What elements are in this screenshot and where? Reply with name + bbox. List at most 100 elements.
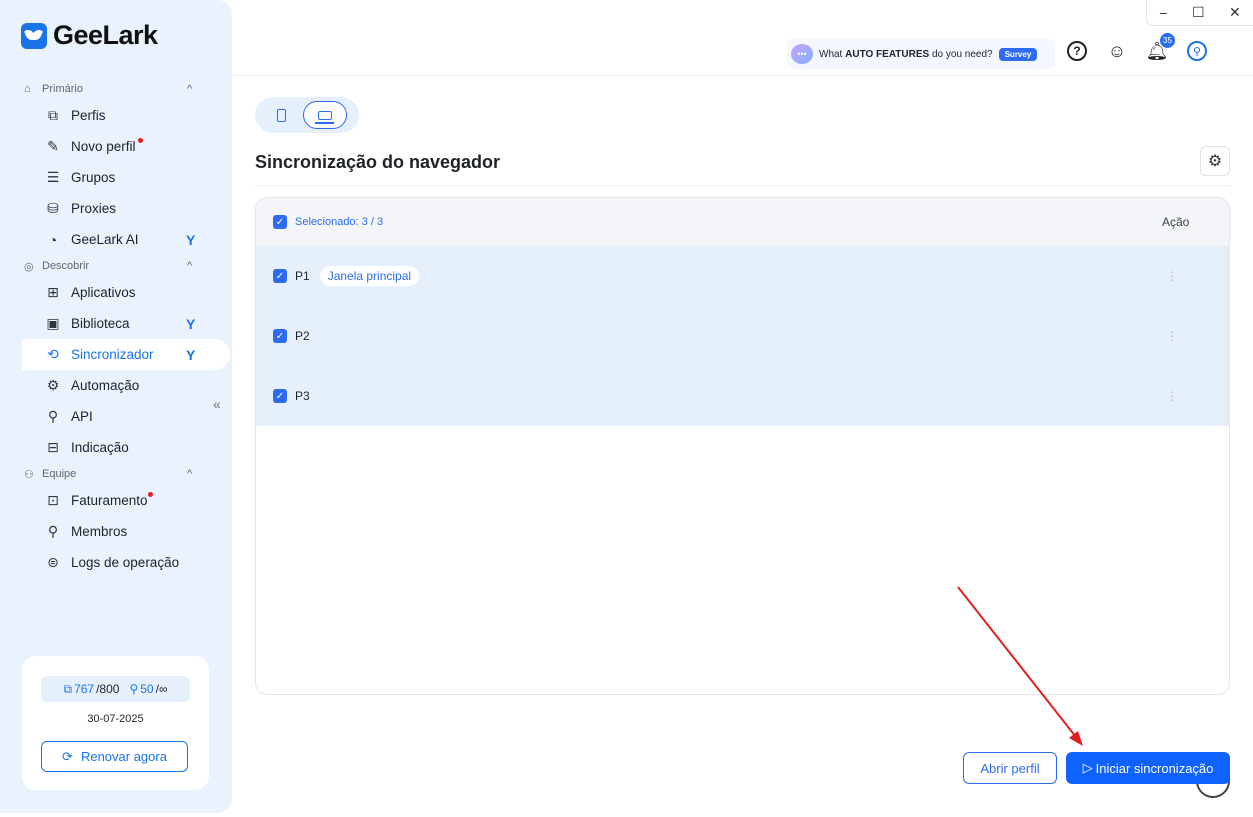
section-label: Primário: [42, 83, 83, 95]
sidebar-item-label: Novo perfil: [71, 139, 136, 154]
section-primario[interactable]: ⌂ Primário ^: [0, 78, 232, 100]
gift-icon: ⊟: [47, 439, 59, 455]
chevron-up-icon[interactable]: ^: [187, 260, 192, 272]
sidebar-item-faturamento[interactable]: ⊡ Faturamento: [0, 485, 232, 516]
member-icon: ⚲: [129, 682, 139, 696]
sidebar-item-biblioteca[interactable]: ▣ Biblioteca Y: [0, 308, 232, 339]
support-button[interactable]: ☺: [1105, 39, 1129, 63]
refresh-icon: ⟳: [62, 748, 73, 764]
table-scrollbar[interactable]: [1224, 246, 1229, 426]
member-quota: ⚲ 50/∞: [129, 682, 167, 696]
table-row[interactable]: ✓ P3 ⋮: [256, 366, 1224, 426]
table-header: ✓ Selecionado: 3 / 3 Ação: [256, 198, 1229, 246]
page-title: Sincronização do navegador: [255, 152, 501, 172]
chevron-up-icon[interactable]: ^: [187, 468, 192, 480]
sidebar-item-label: API: [71, 409, 93, 424]
profiles-icon: ⧉: [63, 681, 73, 696]
help-button[interactable]: ?: [1065, 39, 1089, 63]
chat-bubble-icon: •••: [791, 44, 813, 64]
more-icon[interactable]: ⋮: [1166, 269, 1178, 283]
sidebar-item-label: GeeLark AI: [71, 232, 139, 247]
team-icon: ⚇: [24, 468, 34, 481]
profiles-used: 767: [74, 682, 95, 696]
help-icon: ?: [1067, 41, 1087, 61]
section-label: Equipe: [42, 468, 77, 480]
notifications-button[interactable]: 🔔︎ 35: [1145, 33, 1175, 63]
survey-button[interactable]: Survey: [998, 47, 1038, 61]
app-window: GeeLark ⌂ Primário ^ ⧉ Perfis ✎ Novo per…: [0, 0, 1253, 817]
sidebar-item-api[interactable]: ⚲ API: [0, 401, 232, 432]
profile-quota: ⧉ 767/800: [63, 682, 119, 697]
sidebar-item-grupos[interactable]: ☰ Grupos: [0, 162, 232, 193]
member-icon: ⚲: [47, 523, 59, 539]
sidebar-item-sincronizador[interactable]: ⟲ Sincronizador Y: [22, 339, 230, 370]
sidebar-item-membros[interactable]: ⚲ Membros: [0, 516, 232, 547]
sidebar-item-indicacao[interactable]: ⊟ Indicação: [0, 432, 232, 463]
sidebar-item-label: Indicação: [71, 440, 129, 455]
sidebar-nav: ⌂ Primário ^ ⧉ Perfis ✎ Novo perfil ☰ Gr…: [0, 78, 232, 578]
profile-name: P2: [295, 329, 310, 343]
renew-button[interactable]: ⟳ Renovar agora: [41, 741, 188, 772]
gear-icon: ⚙: [1207, 153, 1223, 170]
profiles-icon: ⧉: [48, 107, 58, 123]
support-icon: ☺: [1107, 40, 1127, 61]
user-icon: ⚲: [1187, 41, 1207, 61]
row-checkbox[interactable]: ✓: [273, 329, 287, 343]
action-column-header: Ação: [1162, 215, 1190, 229]
settings-button[interactable]: ⚙: [1200, 146, 1230, 176]
divider: [255, 185, 1230, 186]
browser-tab[interactable]: [303, 101, 347, 129]
sidebar-item-aplicativos[interactable]: ⊞ Aplicativos: [0, 277, 232, 308]
pro-bird-icon: Y: [186, 315, 196, 332]
sidebar-item-logs[interactable]: ⊜ Logs de operação: [0, 547, 232, 578]
start-sync-button[interactable]: ▷ Iniciar sincronização: [1066, 752, 1230, 784]
minimize-icon[interactable]: −: [1159, 5, 1167, 21]
library-icon: ▣: [46, 315, 60, 331]
notification-dot: [138, 138, 143, 143]
pro-bird-icon: Y: [186, 231, 196, 248]
table-row[interactable]: ✓ P1 Janela principal ⋮: [256, 246, 1224, 306]
open-profile-button[interactable]: Abrir perfil: [963, 752, 1057, 784]
quota-badge: ⧉ 767/800 ⚲ 50/∞: [41, 676, 190, 702]
edit-icon: ✎: [47, 138, 59, 154]
list-icon: ☰: [46, 169, 60, 185]
profile-table: ✓ Selecionado: 3 / 3 Ação ✓ P1 Janela pr…: [255, 197, 1230, 695]
sidebar-item-proxies[interactable]: ⛁ Proxies: [0, 193, 232, 224]
chevron-up-icon[interactable]: ^: [187, 83, 192, 95]
survey-text: What AUTO FEATURES do you need?: [819, 48, 993, 60]
section-descobrir[interactable]: ◎ Descobrir ^: [0, 255, 232, 277]
logo: GeeLark: [21, 20, 158, 51]
members-used: 50: [140, 682, 154, 696]
user-menu-button[interactable]: ⚲: [1185, 39, 1209, 63]
section-label: Descobrir: [42, 260, 90, 272]
apps-icon: ⊞: [47, 284, 59, 300]
sidebar-item-novo-perfil[interactable]: ✎ Novo perfil: [0, 131, 232, 162]
notification-dot: [148, 492, 153, 497]
row-checkbox[interactable]: ✓: [273, 389, 287, 403]
close-icon[interactable]: ✕: [1229, 4, 1241, 21]
robot-icon: ⚙: [46, 377, 60, 393]
sidebar-item-automacao[interactable]: ⚙ Automação: [0, 370, 232, 401]
section-equipe[interactable]: ⚇ Equipe ^: [0, 463, 232, 485]
mobile-tab[interactable]: [259, 101, 303, 129]
sidebar-item-geelark-ai[interactable]: ◔ GeeLark AI Y: [0, 224, 232, 255]
survey-banner[interactable]: ••• What AUTO FEATURES do you need? Surv…: [787, 39, 1055, 69]
select-all-checkbox[interactable]: ✓: [273, 215, 287, 229]
table-row[interactable]: ✓ P2 ⋮: [256, 306, 1224, 366]
sidebar-item-label: Membros: [71, 524, 128, 539]
sidebar: GeeLark ⌂ Primário ^ ⧉ Perfis ✎ Novo per…: [0, 0, 232, 813]
collapse-sidebar-icon[interactable]: «: [213, 396, 221, 412]
sidebar-item-perfis[interactable]: ⧉ Perfis: [0, 100, 232, 131]
more-icon[interactable]: ⋮: [1166, 329, 1178, 343]
row-checkbox[interactable]: ✓: [273, 269, 287, 283]
ai-icon: ◔: [48, 231, 58, 248]
main-window-tag: Janela principal: [319, 266, 420, 286]
maximize-icon[interactable]: ☐: [1192, 4, 1205, 21]
notification-badge: 35: [1160, 33, 1175, 48]
more-icon[interactable]: ⋮: [1166, 389, 1178, 403]
home-icon: ⌂: [24, 83, 31, 95]
profiles-max: /800: [96, 682, 120, 696]
profile-name: P3: [295, 389, 310, 403]
sidebar-item-label: Proxies: [71, 201, 117, 216]
billing-icon: ⊡: [47, 492, 59, 508]
